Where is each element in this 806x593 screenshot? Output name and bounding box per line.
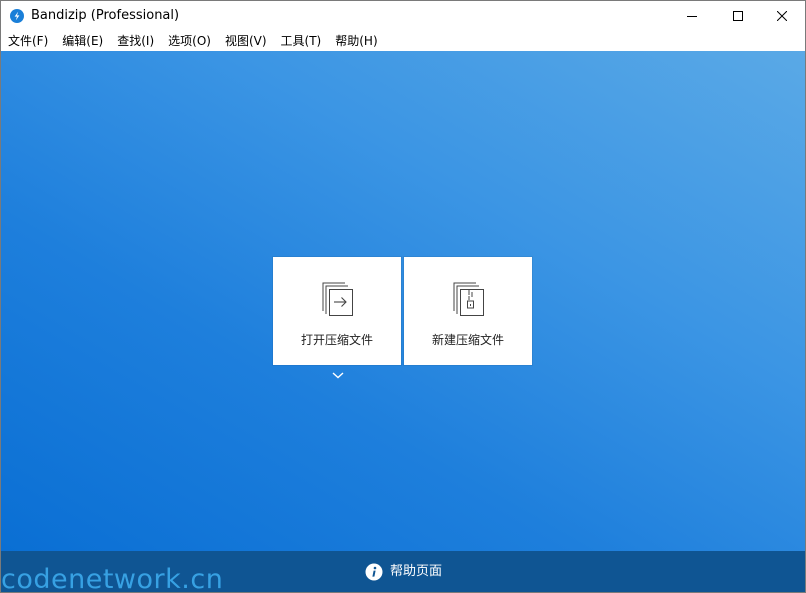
open-archive-icon (322, 282, 353, 316)
close-button[interactable] (759, 1, 805, 31)
close-icon (777, 11, 787, 21)
bandizip-logo-icon (10, 9, 24, 23)
menu-find[interactable]: 查找(I) (110, 31, 161, 51)
menu-tools[interactable]: 工具(T) (274, 31, 329, 51)
menu-help[interactable]: 帮助(H) (328, 31, 384, 51)
maximize-button[interactable] (715, 1, 761, 31)
new-archive-button[interactable]: 新建压缩文件 (404, 257, 532, 365)
menu-view[interactable]: 视图(V) (218, 31, 274, 51)
menu-bar: 文件(F) 编辑(E) 查找(I) 选项(O) 视图(V) 工具(T) 帮助(H… (1, 31, 805, 51)
menu-file[interactable]: 文件(F) (1, 31, 55, 51)
app-window: Bandizip (Professional) 文件(F) 编辑(E) 查找(I… (0, 0, 806, 593)
new-archive-label: 新建压缩文件 (431, 333, 504, 347)
maximize-icon (733, 11, 743, 21)
info-icon (365, 563, 383, 581)
minimize-button[interactable] (669, 1, 715, 31)
main-area: 打开压缩文件 新建压缩文件 (1, 51, 805, 551)
menu-edit[interactable]: 编辑(E) (55, 31, 110, 51)
help-page-link[interactable]: 帮助页面 (390, 564, 442, 580)
minimize-icon (687, 16, 697, 17)
open-archive-button[interactable]: 打开压缩文件 (273, 257, 401, 365)
menu-options[interactable]: 选项(O) (161, 31, 218, 51)
window-title: Bandizip (Professional) (31, 8, 180, 23)
watermark-text: codenetwork.cn (1, 564, 224, 593)
new-archive-icon (453, 282, 484, 316)
chevron-down-icon[interactable] (331, 370, 345, 380)
open-archive-label: 打开压缩文件 (300, 333, 373, 347)
title-bar[interactable]: Bandizip (Professional) (1, 1, 805, 31)
